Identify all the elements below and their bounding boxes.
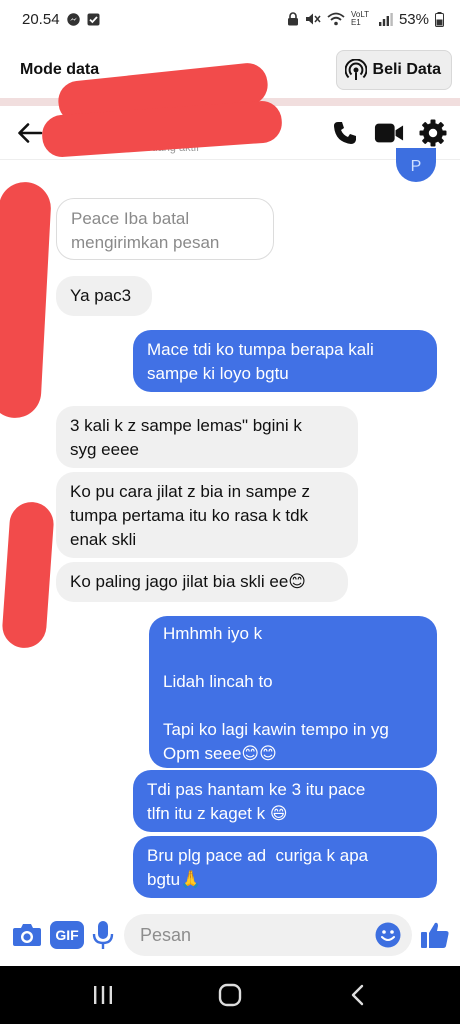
settings-button[interactable] xyxy=(418,118,448,148)
message-text: Bru plg pace ad curiga k apa xyxy=(147,846,369,865)
message-composer: GIF xyxy=(0,904,460,966)
battery-icon xyxy=(435,11,444,27)
video-call-button[interactable] xyxy=(374,118,404,148)
message-text: tlfn itu z kaget k 😄 xyxy=(147,804,288,823)
network-label: VoLTE1 xyxy=(350,10,370,27)
gear-icon xyxy=(419,119,447,146)
back-chevron-icon xyxy=(351,984,363,1006)
message-bubble-outgoing[interactable]: Bru plg pace ad curiga k apa bgtu🙏 xyxy=(133,836,437,898)
redaction-mark-avatar-2 xyxy=(0,500,56,650)
avatar-letter: P xyxy=(410,158,422,175)
gif-button[interactable]: GIF xyxy=(50,915,84,955)
avatar: P xyxy=(396,148,436,182)
recent-apps-button[interactable] xyxy=(78,975,128,1015)
checkbox-notification-icon xyxy=(87,13,100,26)
message-text: Tdi pas hantam ke 3 itu pace xyxy=(147,780,366,799)
microphone-icon xyxy=(92,921,114,949)
system-navigation-bar xyxy=(0,966,460,1024)
hotspot-icon xyxy=(344,59,367,81)
recent-apps-icon xyxy=(94,986,113,1004)
message-text: enak skli xyxy=(70,530,137,549)
message-text: sampe ki loyo bgtu xyxy=(147,364,289,383)
message-text: syg eeee xyxy=(70,440,139,459)
camera-icon xyxy=(13,924,41,946)
status-time: 20.54 xyxy=(22,10,60,28)
message-input[interactable] xyxy=(140,924,372,946)
message-bubble-incoming[interactable]: 3 kali k z sampe lemas" bgini k syg eeee xyxy=(56,406,358,468)
signal-icon xyxy=(378,12,393,26)
message-text: Ko paling jago jilat bia skli ee😊 xyxy=(70,572,307,591)
message-text: tumpa pertama itu ko rasa k tdk xyxy=(70,506,309,525)
message-text: Mace tdi ko tumpa berapa kali xyxy=(147,340,374,359)
back-arrow-icon xyxy=(18,122,43,143)
message-text: Tapi ko lagi kawin tempo in yg xyxy=(163,720,389,739)
data-mode-title: Mode data xyxy=(20,61,100,78)
message-input-container xyxy=(124,914,412,956)
like-button[interactable] xyxy=(420,915,450,955)
voice-call-button[interactable] xyxy=(330,118,360,148)
home-icon xyxy=(218,983,242,1007)
wifi-icon xyxy=(327,12,345,26)
voice-message-button[interactable] xyxy=(92,915,114,955)
message-text: 3 kali k z sampe lemas" bgini k xyxy=(70,416,302,435)
lock-icon xyxy=(287,12,299,26)
message-bubble-incoming[interactable]: Ya pac3 xyxy=(56,276,152,316)
message-text: Opm seee😊😊 xyxy=(163,744,277,763)
messenger-icon xyxy=(66,12,80,26)
message-text: bgtu🙏 xyxy=(147,870,202,889)
mute-icon xyxy=(305,12,321,26)
gif-icon: GIF xyxy=(50,921,84,949)
battery-percent: 53% xyxy=(398,10,429,28)
message-bubble-outgoing[interactable]: Hmhmh iyo k Lidah lincah to Tapi ko lagi… xyxy=(149,616,437,768)
emoji-button[interactable] xyxy=(372,919,404,951)
message-text: Peace Iba batal xyxy=(71,209,190,228)
message-bubble-incoming[interactable]: Ko pu cara jilat z bia in sampe z tumpa … xyxy=(56,472,358,558)
phone-icon xyxy=(334,121,356,144)
redaction-mark-avatar-1 xyxy=(0,180,53,420)
thumbs-up-icon xyxy=(421,922,449,948)
buy-data-label: Beli Data xyxy=(372,61,441,78)
buy-data-button[interactable]: Beli Data xyxy=(335,50,452,90)
message-text: mengirimkan pesan xyxy=(71,233,220,252)
message-text: Lidah lincah to xyxy=(163,672,273,691)
camera-button[interactable] xyxy=(12,915,42,955)
status-bar: 20.54 VoLTE1 53% xyxy=(0,0,460,38)
message-bubble-outgoing[interactable]: Mace tdi ko tumpa berapa kali sampe ki l… xyxy=(133,330,437,392)
back-nav-button[interactable] xyxy=(332,975,382,1015)
message-text: Ya pac3 xyxy=(70,286,132,305)
emoji-icon xyxy=(375,922,401,948)
message-text: Hmhmh iyo k xyxy=(163,624,263,643)
video-camera-icon xyxy=(374,123,404,142)
message-bubble-unsent[interactable]: Peace Iba batal mengirimkan pesan xyxy=(56,198,274,260)
home-button[interactable] xyxy=(205,975,255,1015)
message-bubble-incoming[interactable]: Ko paling jago jilat bia skli ee😊 xyxy=(56,562,348,602)
message-bubble-outgoing[interactable]: Tdi pas hantam ke 3 itu pace tlfn itu z … xyxy=(133,770,437,832)
message-text: Ko pu cara jilat z bia in sampe z xyxy=(70,482,311,501)
